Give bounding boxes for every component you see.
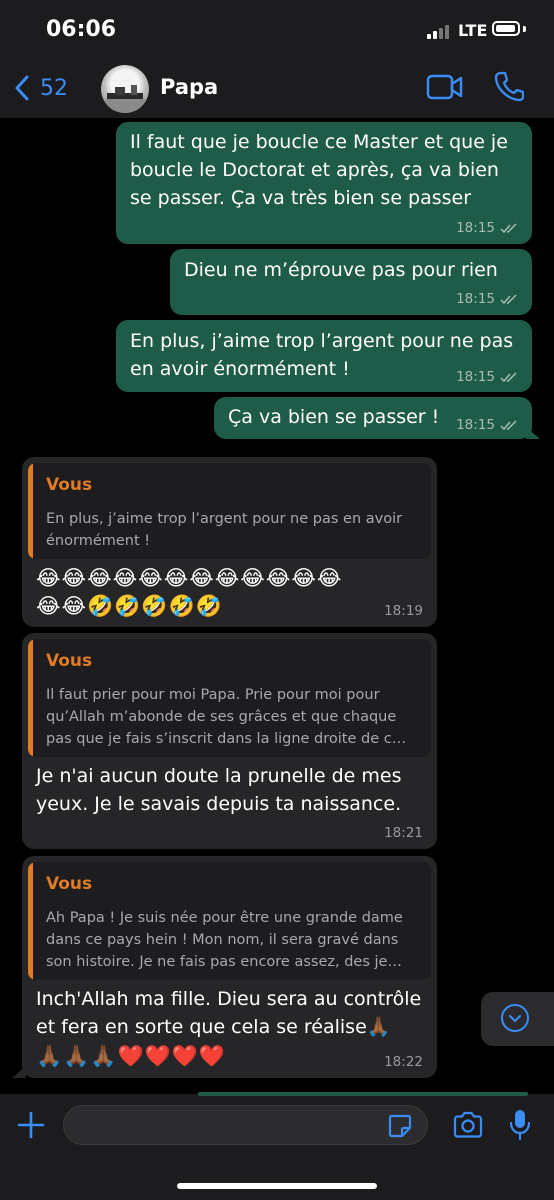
message-input[interactable] [63,1105,428,1145]
message-emoji: 😂😂😂😂😂😂😂😂😂😂😂😂 [36,566,343,590]
message-text: boucle le Doctorat et après, ça va bien [130,159,499,181]
quote-text: Il faut prier pour moi Papa. Prie pour m… [46,687,380,703]
quote-text: En plus, j’aime trop l’argent pour ne pa… [46,511,403,527]
message-text: Dieu ne m’éprouve pas pour rien [184,259,498,281]
message-text: yeux. Je le savais depuis ta naissance. [36,793,402,815]
quote-text: pas que je fais s’inscrit dans la ligne … [46,731,407,747]
microphone-button[interactable] [508,1108,532,1146]
message-time: 18:15 [456,369,495,385]
message-bubble-outgoing[interactable]: En plus, j’aime trop l’argent pour ne pa… [116,320,532,392]
message-bubble-incoming[interactable]: Vous Ah Papa ! Je suis née pour être une… [22,856,437,1078]
home-indicator [177,1183,377,1189]
message-bubble-outgoing[interactable]: Il faut que je boucle ce Master et que j… [116,122,532,244]
message-text: Je n'ai aucun doute la prunelle de mes [36,765,402,787]
sticker-icon [388,1114,412,1138]
quote-text: son histoire. Je ne fais pas encore asse… [46,954,402,970]
microphone-icon [509,1110,531,1141]
message-bubble-incoming[interactable]: Vous En plus, j’aime trop l’argent pour … [22,457,437,627]
quote-text: énormément ! [46,533,151,549]
quote-author: Vous [46,874,93,894]
scroll-to-bottom-button[interactable] [481,992,554,1046]
message-time: 18:21 [384,825,423,841]
bubble-tail [526,427,540,439]
quote-text: qu’Allah m’abonde de ses grâces et que c… [46,709,397,725]
message-time: 18:22 [384,1054,423,1070]
message-text: se passer. Ça va très bien se passer [130,187,472,209]
quoted-message[interactable]: Vous En plus, j’aime trop l’argent pour … [28,463,431,559]
message-meta: 18:15 [456,417,518,433]
quoted-message[interactable]: Vous Il faut prier pour moi Papa. Prie p… [28,639,431,757]
camera-button[interactable] [452,1110,484,1144]
read-receipt-icon [500,419,517,430]
signal-icon [427,25,453,39]
avatar[interactable] [101,65,149,113]
message-time: 18:15 [456,291,495,307]
chevron-down-icon [501,1004,529,1032]
message-bubble-outgoing[interactable]: Dieu ne m’éprouve pas pour rien 18:15 [170,249,532,315]
sticker-button[interactable] [387,1113,413,1143]
battery-tip [523,26,526,32]
message-meta: 18:15 [456,291,518,307]
quote-author: Vous [46,475,93,495]
message-text: En plus, j’aime trop l’argent pour ne pa… [130,330,514,352]
status-time: 06:06 [46,17,117,42]
phone-icon [494,71,525,102]
quote-text: dans ce pays hein ! Mon nom, il sera gra… [46,932,399,948]
message-text: Il faut que je boucle ce Master et que j… [130,131,508,153]
read-receipt-icon [500,371,517,382]
camera-icon [453,1111,483,1138]
video-call-button[interactable] [426,72,464,106]
plus-icon [17,1111,45,1139]
back-button[interactable]: 52 [14,70,84,106]
message-bubble-outgoing[interactable]: Ça va bien se passer ! 18:15 [214,397,532,439]
message-time: 18:15 [456,220,495,236]
quote-text: Ah Papa ! Je suis née pour être une gran… [46,910,403,926]
back-chevron-icon [15,75,29,101]
voice-call-button[interactable] [494,70,525,106]
bubble-tail [12,1066,26,1078]
message-text: Ça va bien se passer ! [228,406,440,428]
video-camera-icon [426,74,463,100]
read-receipt-icon [500,222,517,233]
quote-author: Vous [46,651,93,671]
message-bubble-incoming[interactable]: Vous Il faut prier pour moi Papa. Prie p… [22,633,437,849]
read-receipt-icon [500,293,517,304]
message-emoji: 🙏🏾🙏🏾🙏🏾❤️❤️❤️❤️ [36,1044,227,1068]
unread-count: 52 [40,75,68,101]
message-emoji: 😂😂🤣🤣🤣🤣🤣 [36,594,223,618]
message-text: en avoir énormément ! [130,358,350,380]
message-time: 18:15 [456,417,495,433]
quoted-message[interactable]: Vous Ah Papa ! Je suis née pour être une… [28,862,431,980]
message-meta: 18:15 [456,220,518,236]
message-text: et fera en sorte que cela se réalise🙏🏾 [36,1016,391,1038]
message-text: Inch'Allah ma fille. Dieu sera au contrô… [36,988,422,1010]
network-type: LTE [458,21,488,40]
partial-message-bubble [198,1092,528,1096]
contact-name[interactable]: Papa [160,75,218,99]
attach-button[interactable] [16,1110,46,1144]
message-meta: 18:15 [456,369,518,385]
battery-icon [492,21,520,36]
message-time: 18:19 [384,603,423,619]
